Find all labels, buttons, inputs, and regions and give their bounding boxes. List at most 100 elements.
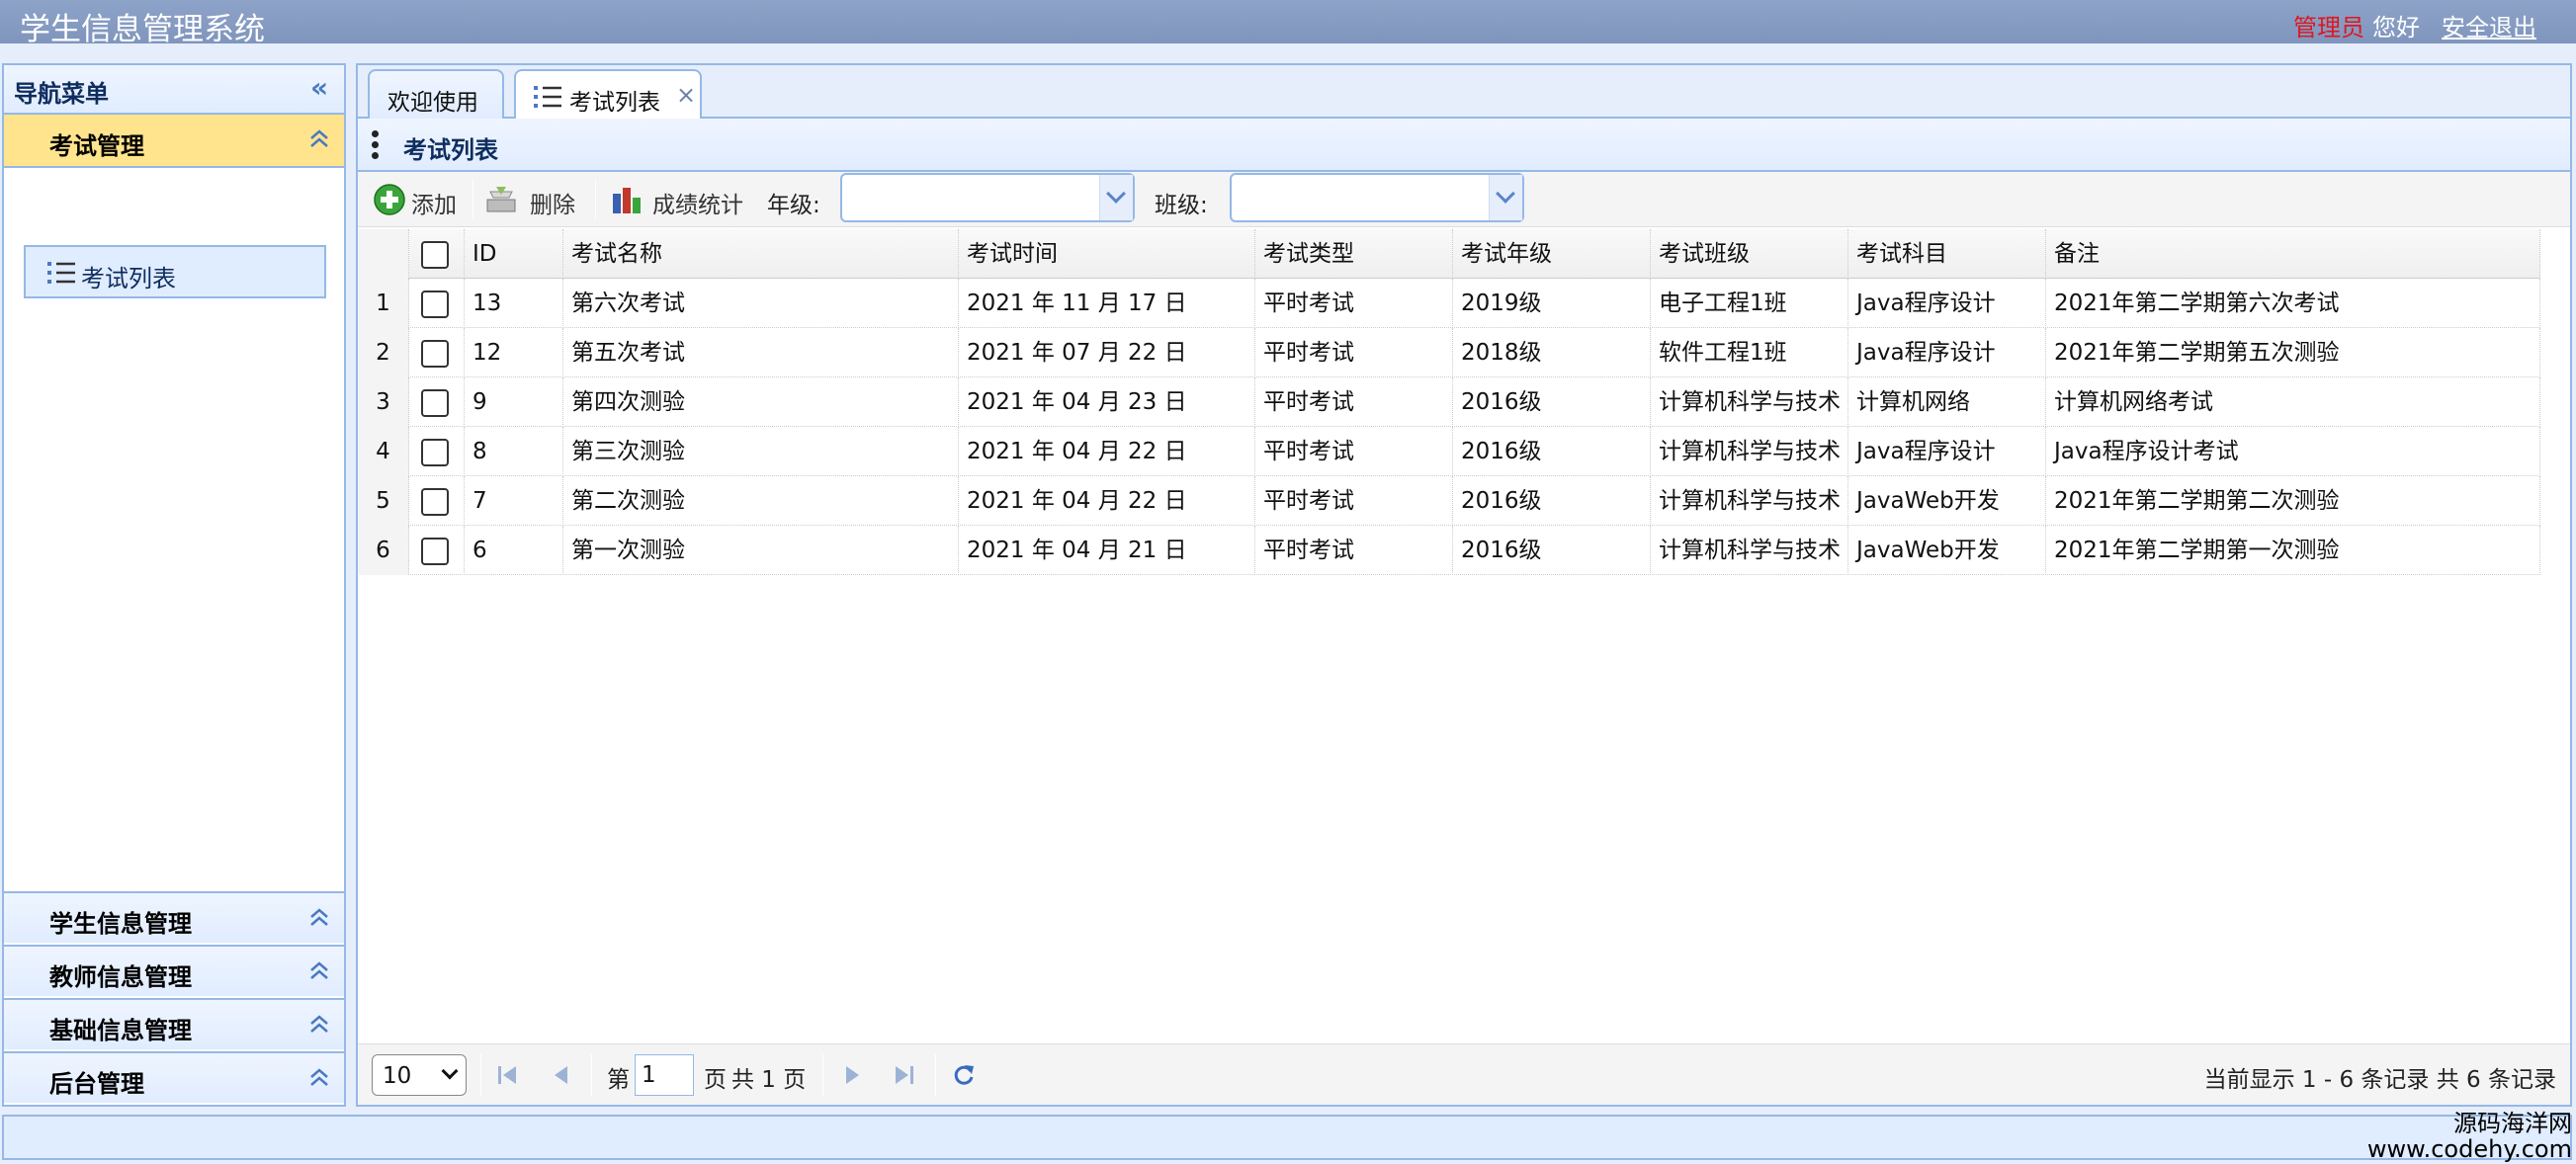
- column-header[interactable]: ID: [465, 229, 563, 279]
- nav-section-teacher-info[interactable]: 教师信息管理: [4, 945, 344, 996]
- table-cell: 2019级: [1453, 279, 1651, 328]
- list-icon: [534, 86, 561, 108]
- table-row[interactable]: 5 7 第二次测验 2021 年 04 月 22 日平时考试 2016级 计算机科学与技术…: [358, 476, 2540, 526]
- nav-section-backend[interactable]: 后台管理: [4, 1051, 344, 1103]
- chevron-down-icon: [1099, 175, 1133, 220]
- user-area: 管理员 您好 安全退出: [2293, 8, 2536, 42]
- last-page-icon[interactable]: [892, 1062, 917, 1088]
- table-row[interactable]: 4 8 第三次测验 2021 年 04 月 22 日平时考试 2016级 计算机科学与技术…: [358, 427, 2540, 476]
- row-select-cell: [409, 328, 465, 377]
- table-cell: 平时考试: [1255, 279, 1453, 328]
- row-checkbox[interactable]: [421, 439, 449, 466]
- row-number: 6: [358, 526, 409, 575]
- table-cell: 2018级: [1453, 328, 1651, 377]
- panel-header: 考试列表: [358, 119, 2570, 172]
- grade-filter-label: 年级:: [767, 193, 820, 218]
- pager-divider: [935, 1054, 936, 1096]
- table-cell: 平时考试: [1255, 328, 1453, 377]
- select-all-checkbox[interactable]: [421, 241, 449, 269]
- row-number: 2: [358, 328, 409, 377]
- row-checkbox[interactable]: [421, 389, 449, 417]
- panel-title: 考试列表: [403, 136, 498, 164]
- table-cell: 2021年第二学期第一次测验: [2046, 526, 2540, 575]
- table-cell: 计算机科学与技术: [1651, 476, 1848, 526]
- row-checkbox[interactable]: [421, 340, 449, 368]
- column-header[interactable]: 考试科目: [1848, 229, 2046, 279]
- table-cell: 9: [465, 377, 563, 427]
- table-cell: 2021年第二学期第二次测验: [2046, 476, 2540, 526]
- row-checkbox[interactable]: [421, 538, 449, 565]
- table-cell: 2021 年 04 月 23 日: [959, 377, 1255, 427]
- table-cell: 2021 年 04 月 21 日: [959, 526, 1255, 575]
- column-header[interactable]: 考试类型: [1255, 229, 1453, 279]
- delete-icon: [486, 187, 516, 212]
- table-cell: Java程序设计考试: [2046, 427, 2540, 476]
- table-cell: 8: [465, 427, 563, 476]
- table-cell: 电子工程1班: [1651, 279, 1848, 328]
- nav-section-student-info[interactable]: 学生信息管理: [4, 891, 344, 943]
- page-size-select[interactable]: 10: [372, 1054, 467, 1096]
- table-cell: 软件工程1班: [1651, 328, 1848, 377]
- add-button[interactable]: 添加: [366, 180, 465, 219]
- add-label: 添加: [411, 193, 457, 218]
- table-row[interactable]: 1 13 第六次考试 2021 年 11 月 17 日平时考试 2019级 电子工程1班 J…: [358, 279, 2540, 328]
- column-header[interactable]: 考试班级: [1651, 229, 1848, 279]
- nav-section-exam-management[interactable]: 考试管理: [4, 115, 344, 168]
- row-number: 1: [358, 279, 409, 328]
- close-icon[interactable]: ×: [676, 81, 696, 109]
- class-filter-label: 班级:: [1155, 193, 1208, 218]
- row-checkbox[interactable]: [421, 291, 449, 318]
- first-page-icon[interactable]: [494, 1062, 520, 1088]
- nav-title: 导航菜单: [14, 80, 109, 108]
- column-header[interactable]: 考试名称: [563, 229, 959, 279]
- nav-section-basic-info[interactable]: 基础信息管理: [4, 998, 344, 1049]
- page-number-input[interactable]: 1: [635, 1054, 694, 1096]
- table-cell: Java程序设计: [1848, 328, 2046, 377]
- pager-divider: [591, 1054, 592, 1096]
- table-row[interactable]: 6 6 第一次测验 2021 年 04 月 21 日平时考试 2016级 计算机科学与技术…: [358, 526, 2540, 575]
- tab-exam-list[interactable]: 考试列表 ×: [514, 69, 702, 123]
- table-cell: 2021 年 04 月 22 日: [959, 476, 1255, 526]
- table-cell: 2021 年 04 月 22 日: [959, 427, 1255, 476]
- row-number: 4: [358, 427, 409, 476]
- nav-panel: 导航菜单 « 考试管理 考试列表 学生信息管理 教师信息管理 基础信息管理 后台…: [2, 63, 346, 1107]
- table-cell: 第四次测验: [563, 377, 959, 427]
- watermark-line1: 源码海洋网: [2453, 1110, 2572, 1137]
- footer-bar: [2, 1115, 2572, 1160]
- more-vertical-icon: [372, 130, 380, 160]
- table-row[interactable]: 2 12 第五次考试 2021 年 07 月 22 日平时考试 2018级 软件工程1班 J…: [358, 328, 2540, 377]
- column-header[interactable]: 考试年级: [1453, 229, 1651, 279]
- delete-label: 删除: [530, 193, 575, 218]
- refresh-icon[interactable]: [951, 1062, 977, 1088]
- tab-label: 欢迎使用: [387, 90, 478, 116]
- table-cell: JavaWeb开发: [1848, 476, 2046, 526]
- grade-select[interactable]: [840, 173, 1135, 222]
- row-select-cell: [409, 377, 465, 427]
- table-cell: 第三次测验: [563, 427, 959, 476]
- user-greeting: 您好: [2372, 14, 2420, 42]
- prev-page-icon[interactable]: [548, 1062, 573, 1088]
- grade-stats-button[interactable]: 成绩统计: [601, 180, 749, 219]
- add-icon: [374, 184, 405, 215]
- record-info: 当前显示 1 - 6 条记录 共 6 条记录: [2203, 1067, 2556, 1093]
- table-cell: 计算机科学与技术: [1651, 377, 1848, 427]
- app-title: 学生信息管理系统: [20, 12, 265, 47]
- double-chevron-up-icon: [310, 129, 328, 147]
- table-cell: Java程序设计: [1848, 427, 2046, 476]
- next-page-icon[interactable]: [840, 1062, 866, 1088]
- row-checkbox[interactable]: [421, 488, 449, 516]
- column-header[interactable]: 考试时间: [959, 229, 1255, 279]
- nav-item-exam-list[interactable]: 考试列表: [24, 245, 326, 298]
- table-row[interactable]: 3 9 第四次测验 2021 年 04 月 23 日平时考试 2016级 计算机科学与技术…: [358, 377, 2540, 427]
- table-cell: Java程序设计: [1848, 279, 2046, 328]
- logout-link[interactable]: 安全退出: [2442, 14, 2536, 42]
- row-select-cell: [409, 476, 465, 526]
- pager-divider: [822, 1054, 823, 1096]
- column-header[interactable]: 备注: [2046, 229, 2540, 279]
- class-select[interactable]: [1230, 173, 1524, 222]
- pager-divider: [480, 1054, 481, 1096]
- tab-welcome[interactable]: 欢迎使用: [368, 69, 504, 121]
- row-number: 3: [358, 377, 409, 427]
- collapse-left-icon[interactable]: «: [308, 74, 330, 102]
- delete-button[interactable]: 删除: [478, 180, 587, 219]
